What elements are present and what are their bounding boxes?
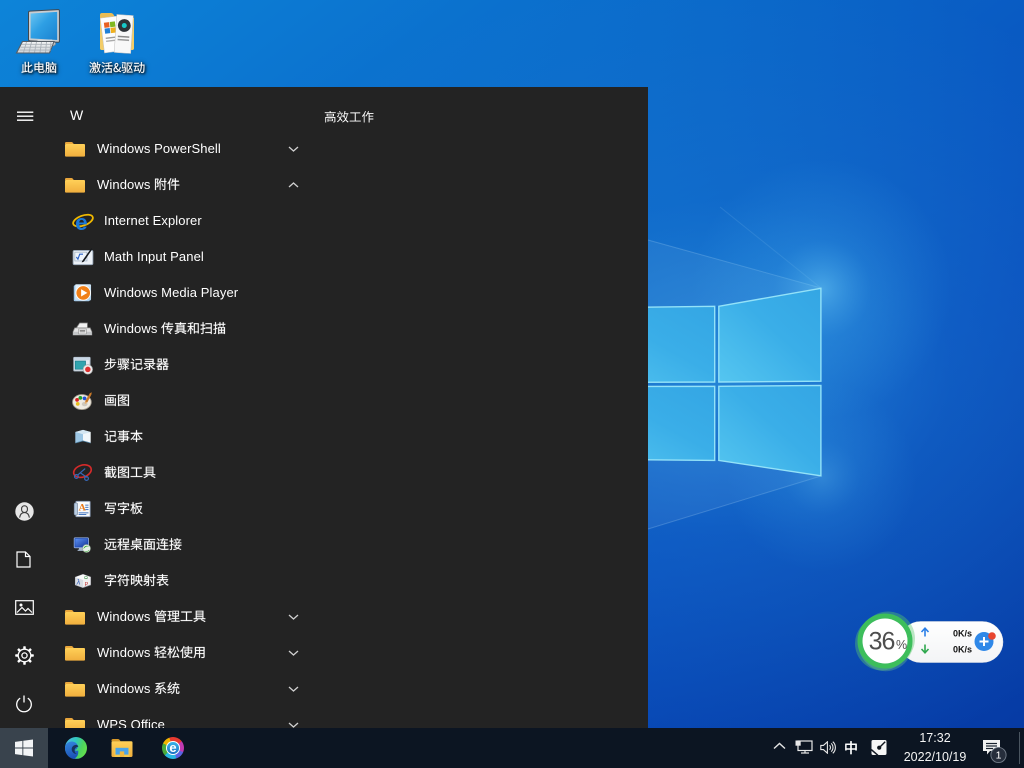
- svg-text:e: e: [75, 210, 88, 232]
- svg-text:Ω: Ω: [84, 575, 88, 581]
- svg-text:P: P: [85, 582, 89, 588]
- svg-text:λ: λ: [76, 578, 81, 586]
- svg-text:%: %: [896, 638, 907, 652]
- svg-text:36: 36: [869, 628, 895, 656]
- svg-text:0K/s: 0K/s: [953, 645, 972, 655]
- svg-text:1: 1: [996, 750, 1002, 762]
- svg-text:0K/s: 0K/s: [953, 629, 972, 639]
- svg-text:A: A: [79, 503, 87, 514]
